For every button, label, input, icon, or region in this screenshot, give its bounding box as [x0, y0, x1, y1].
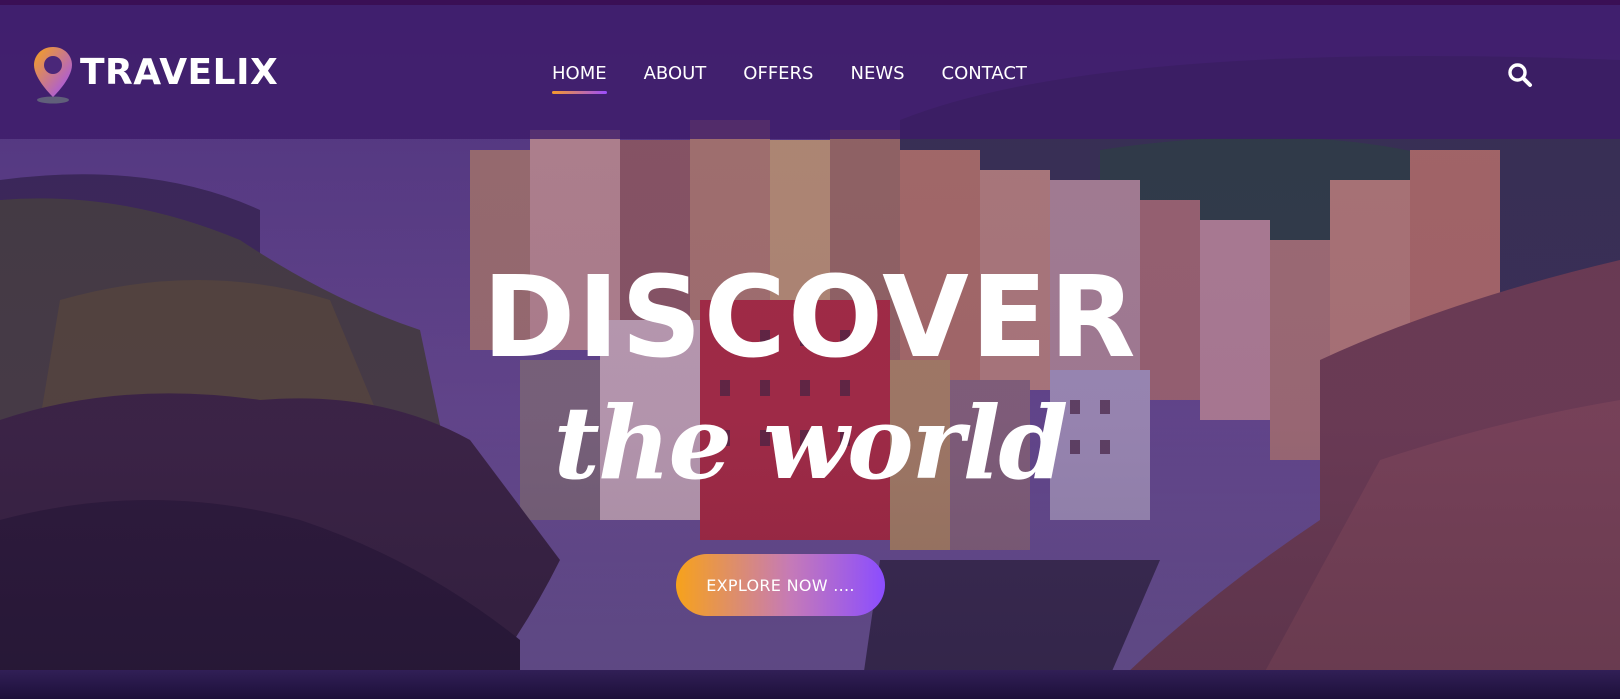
nav-item-offers[interactable]: OFFERS: [743, 61, 813, 93]
nav-item-contact[interactable]: CONTACT: [942, 61, 1027, 93]
nav-item-home[interactable]: HOME: [552, 61, 607, 94]
explore-now-button[interactable]: EXPLORE NOW ....: [676, 554, 885, 616]
map-pin-icon: [30, 43, 76, 105]
site-header: TRAVELIX HOME ABOUT OFFERS NEWS CONTACT: [0, 5, 1620, 139]
nav-item-news[interactable]: NEWS: [850, 61, 904, 93]
main-nav: HOME ABOUT OFFERS NEWS CONTACT: [552, 61, 1064, 94]
hero-subline: the world: [553, 384, 1069, 502]
nav-item-about[interactable]: ABOUT: [644, 61, 707, 93]
top-border: [0, 0, 1620, 5]
hero-headline: DISCOVER: [482, 253, 1138, 383]
brand-logo[interactable]: TRAVELIX: [30, 43, 278, 105]
brand-name: TRAVELIX: [80, 51, 279, 93]
search-icon[interactable]: [1506, 61, 1534, 89]
